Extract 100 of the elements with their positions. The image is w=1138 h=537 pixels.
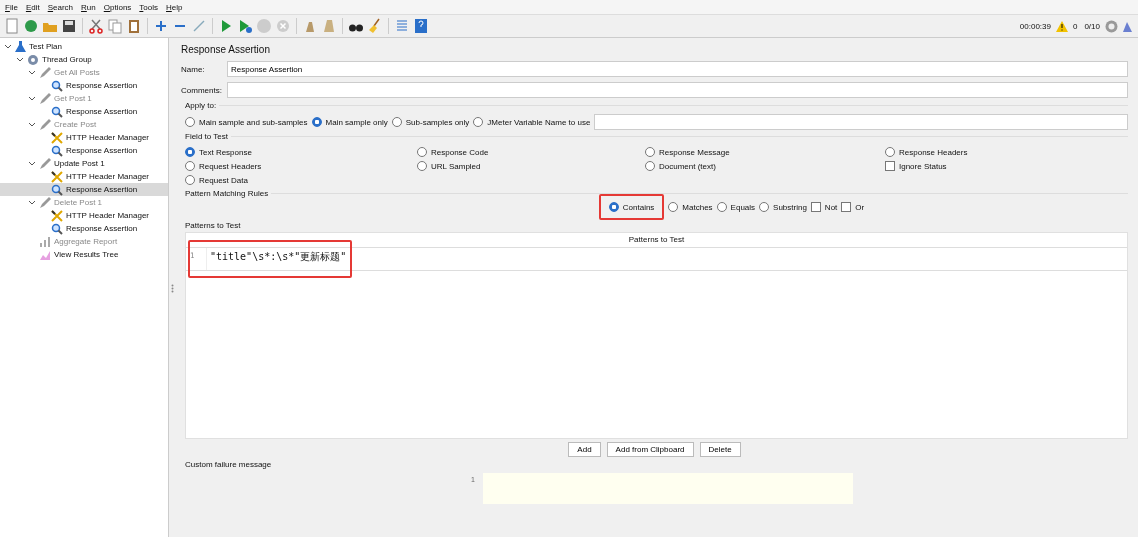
radio-button[interactable] — [716, 202, 727, 212]
clipboard-icon[interactable] — [126, 18, 142, 34]
checkbox[interactable] — [810, 202, 821, 212]
tree-label: Get All Posts — [54, 68, 100, 77]
magnifier-icon — [51, 222, 63, 235]
magnifier-icon — [51, 144, 63, 157]
menu-item[interactable]: Search — [44, 2, 77, 12]
tree-label: Response Assertion — [66, 107, 138, 116]
option-label: URL Sampled — [431, 161, 481, 171]
checkbox[interactable] — [841, 202, 852, 212]
menu-item[interactable]: Help — [163, 2, 186, 12]
tools-icon — [51, 131, 63, 144]
play-no-pause-icon[interactable] — [237, 18, 253, 34]
tree-item[interactable]: View Results Tree — [0, 248, 168, 261]
tree-item[interactable]: Test Plan — [0, 40, 168, 53]
cut-icon[interactable] — [88, 18, 104, 34]
copy-icon[interactable] — [107, 18, 123, 34]
menu-item[interactable]: Run — [78, 2, 99, 12]
option-label: Matches — [682, 202, 713, 212]
radio-button[interactable] — [417, 147, 427, 157]
field-label: Name: — [181, 64, 206, 74]
variable-name-field[interactable] — [594, 114, 1128, 130]
list-icon[interactable] — [394, 18, 410, 34]
option-label: Main sample only — [325, 117, 388, 127]
help-icon[interactable] — [413, 18, 429, 34]
radio-button[interactable] — [391, 117, 402, 127]
menu-item[interactable]: Tools — [136, 2, 162, 12]
comments-field[interactable] — [227, 82, 1128, 98]
field-label: Comments: — [181, 85, 223, 95]
radio-button[interactable] — [645, 161, 655, 171]
radio-button[interactable] — [185, 175, 195, 185]
radio-button[interactable] — [185, 161, 195, 171]
save-icon[interactable] — [61, 18, 77, 34]
radio-button[interactable] — [311, 117, 322, 127]
group-label: Apply to: — [185, 101, 220, 110]
warning-icon[interactable] — [1055, 20, 1068, 32]
tree-item[interactable]: HTTP Header Manager — [0, 170, 168, 183]
menu-item[interactable]: Edit — [22, 2, 43, 12]
radio-button[interactable] — [645, 147, 655, 157]
flask-icon — [15, 40, 26, 53]
option-label: Text Response — [199, 147, 252, 157]
thread-count: 0/10 — [1084, 21, 1100, 31]
chevron-icon[interactable] — [16, 55, 24, 64]
option-label: Request Headers — [199, 161, 262, 171]
option-label: Request Data — [199, 175, 248, 185]
action-button[interactable]: Delete — [699, 442, 741, 457]
tree-item[interactable]: Response Assertion — [0, 183, 168, 196]
option-label: Document (text) — [659, 161, 716, 171]
radio-button[interactable] — [185, 147, 195, 157]
tree-label: Thread Group — [42, 55, 92, 64]
tree-label: HTTP Header Manager — [66, 211, 149, 220]
drag-handle-icon[interactable] — [170, 283, 174, 293]
group-label: Pattern Matching Rules — [185, 189, 272, 198]
table-cell[interactable]: "title"\s*:\s*"更新标题" — [206, 248, 347, 270]
tree-label: View Results Tree — [54, 250, 119, 259]
tree-label: Response Assertion — [66, 81, 138, 90]
option-label: Equals — [730, 202, 756, 212]
new-file-icon[interactable] — [4, 18, 20, 34]
menu-item[interactable]: File — [2, 2, 21, 12]
option-label: Not — [824, 202, 838, 212]
option-label: JMeter Variable Name to use — [487, 117, 591, 127]
tree-label: Response Assertion — [66, 185, 138, 194]
option-label: Response Code — [431, 147, 489, 157]
magnifier-icon — [51, 79, 63, 92]
radio-button[interactable] — [885, 147, 895, 157]
gear-icon — [27, 53, 39, 66]
radio-button[interactable] — [185, 117, 195, 127]
radio-button[interactable] — [417, 161, 427, 171]
radio-button[interactable] — [759, 202, 770, 212]
tree-label: Test Plan — [29, 42, 62, 51]
tree-label: Delete Post 1 — [54, 198, 103, 207]
option-label: Response Message — [659, 147, 730, 157]
radio-button[interactable] — [608, 202, 619, 212]
checkbox[interactable] — [885, 161, 895, 171]
plus-icon[interactable] — [153, 18, 169, 34]
elapsed-time: 00:00:39 — [1019, 21, 1051, 31]
chevron-icon[interactable] — [4, 42, 12, 51]
name-field[interactable]: Response Assertion — [227, 61, 1128, 77]
option-label: Contains — [622, 202, 655, 212]
tools-icon — [51, 170, 63, 183]
option-label: Sub-samples only — [405, 117, 470, 127]
option-label: Response Headers — [899, 147, 968, 157]
pencil-icon — [39, 118, 51, 131]
radio-button[interactable] — [668, 202, 679, 212]
chevron-icon[interactable] — [28, 159, 36, 168]
menu-item[interactable]: Options — [100, 2, 135, 12]
tree-item[interactable]: Update Post 1 — [0, 157, 168, 170]
option-label: Ignore Status — [899, 161, 947, 171]
option-label: Substring — [773, 202, 807, 212]
action-button[interactable]: Add from Clipboard — [606, 442, 694, 457]
option-label: Main sample and sub-samples — [199, 117, 308, 127]
tree-label: HTTP Header Manager — [66, 172, 149, 181]
action-button[interactable]: Add — [568, 442, 601, 457]
tree-item[interactable]: Thread Group — [0, 53, 168, 66]
pencil-icon — [39, 92, 51, 105]
tree-label: Response Assertion — [66, 146, 138, 155]
radio-button[interactable] — [473, 117, 484, 127]
panel-title: Response Assertion — [181, 44, 271, 55]
column-header: Patterns to Test — [186, 233, 1127, 248]
tree-label: Aggregate Report — [54, 237, 118, 246]
